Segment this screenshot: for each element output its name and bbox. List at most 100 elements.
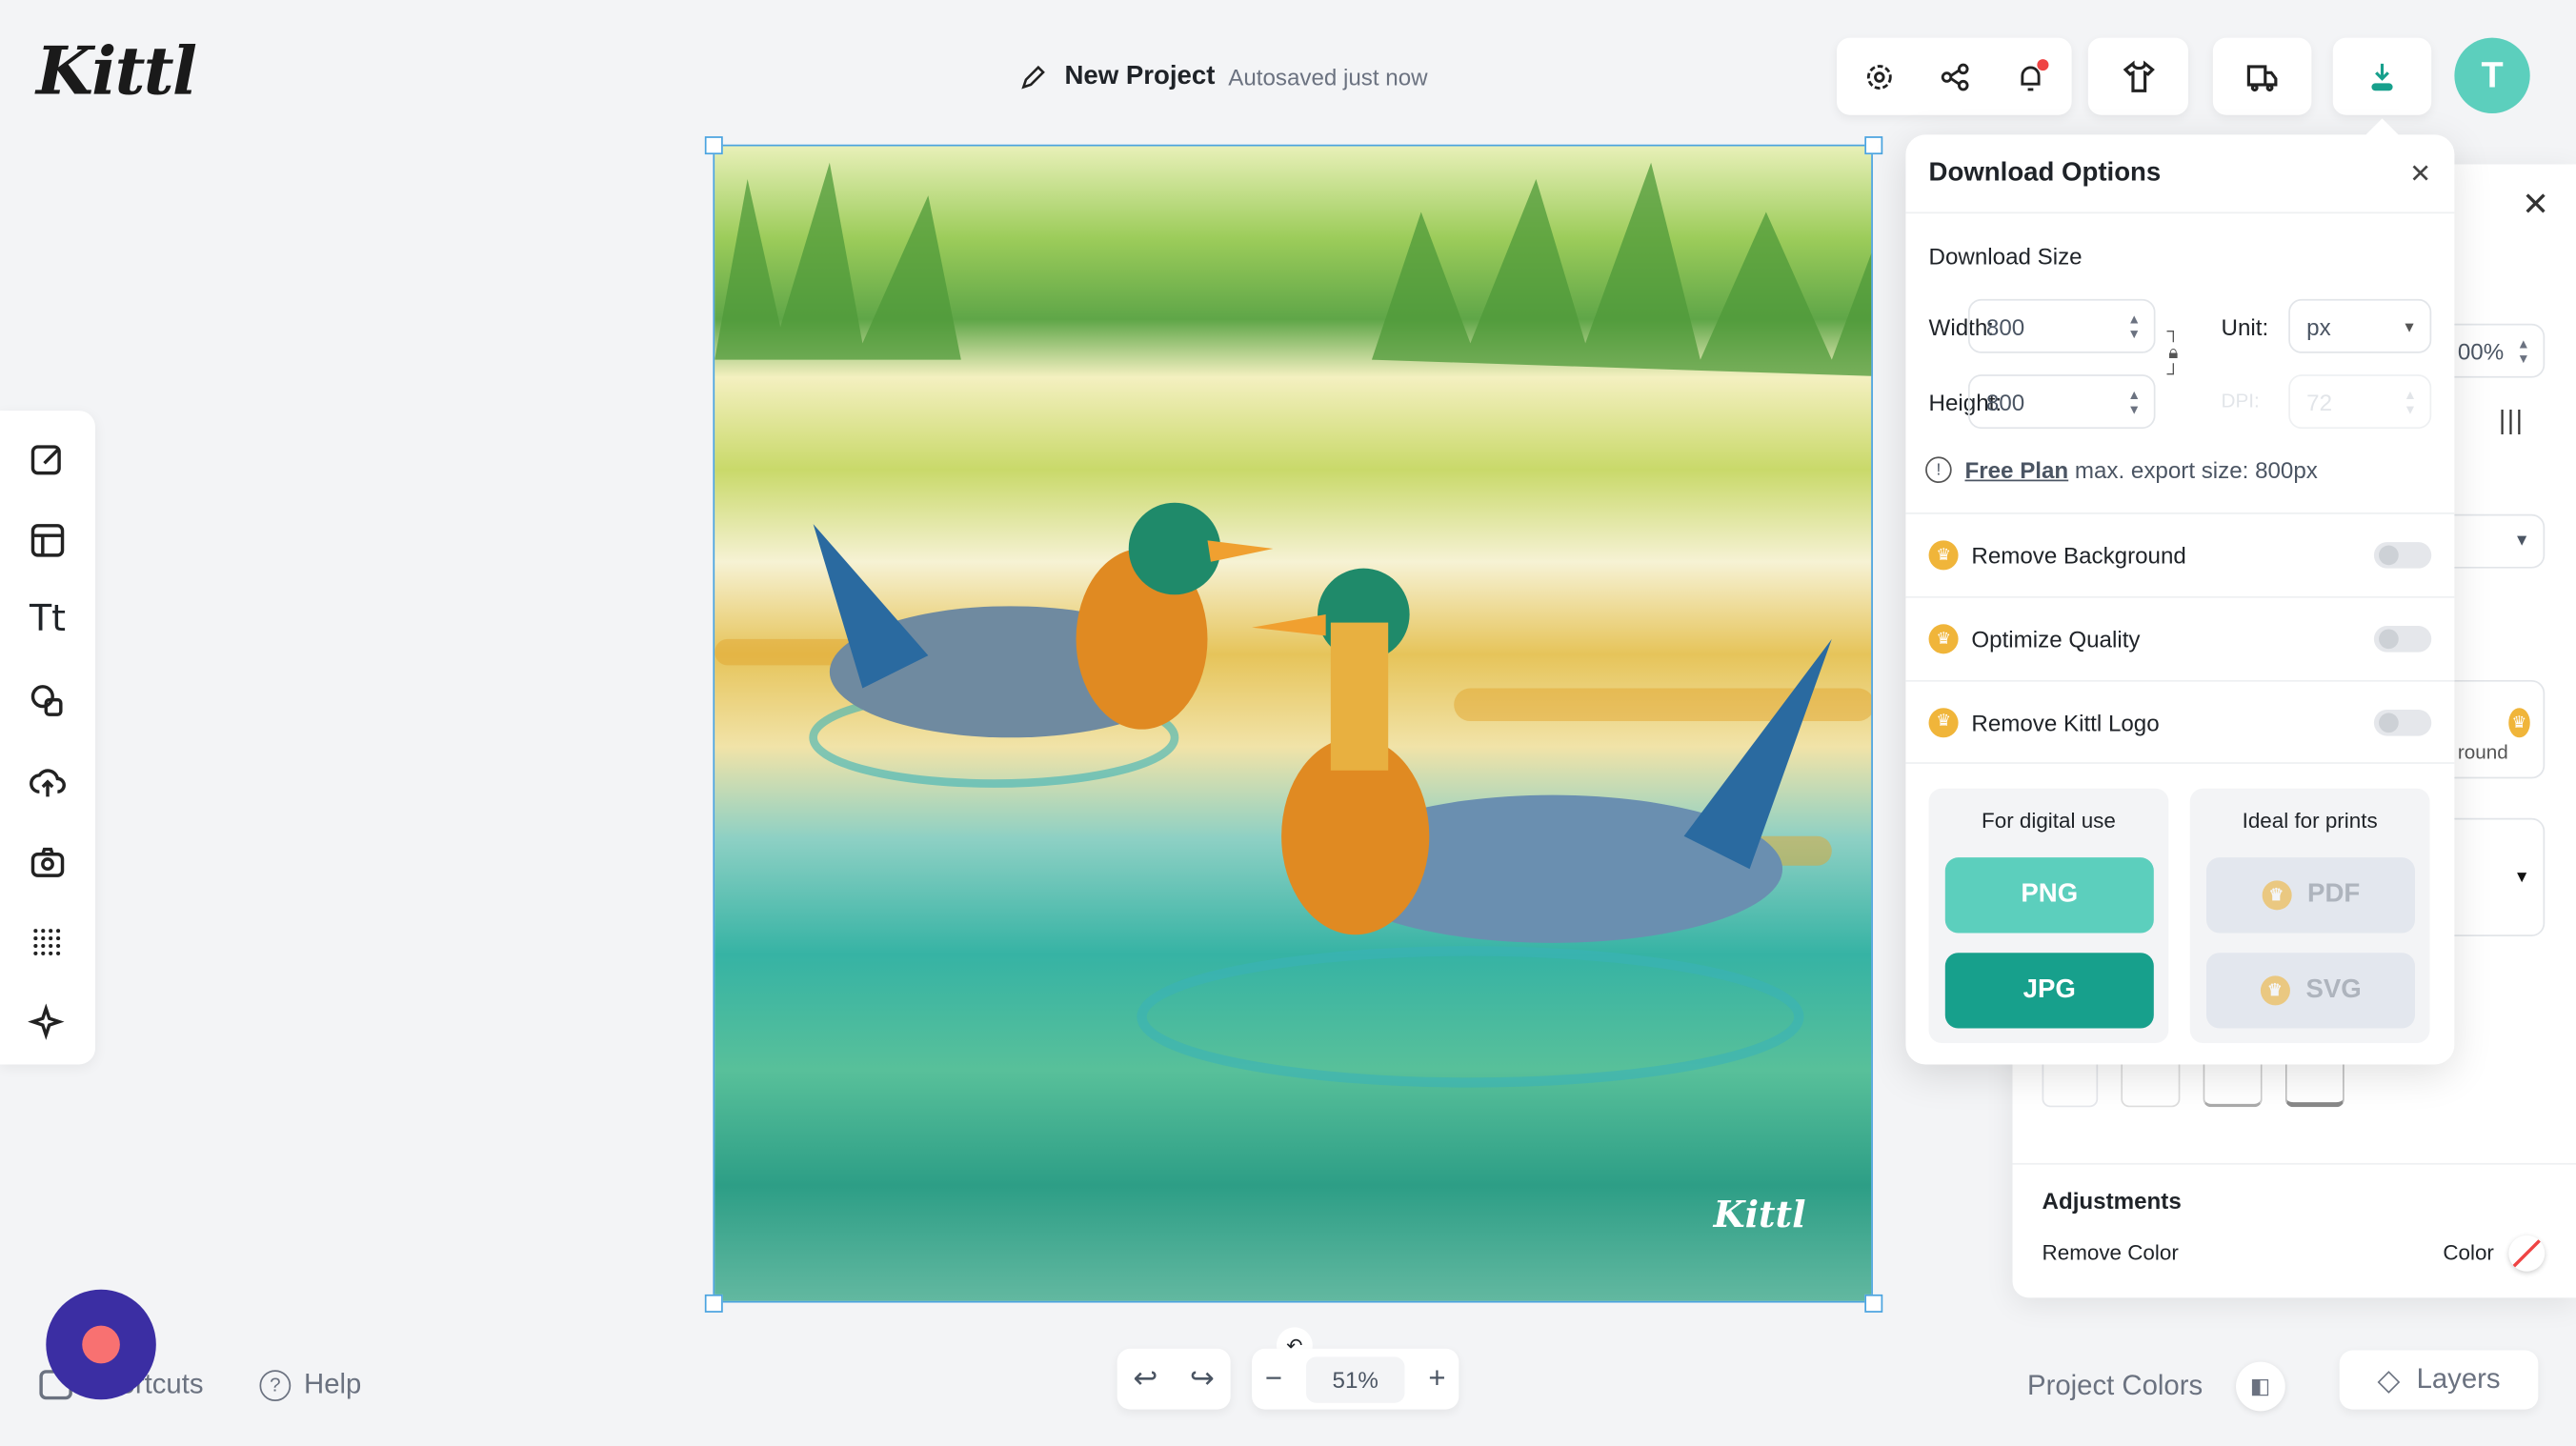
zoom-in-icon[interactable]: +	[1428, 1362, 1445, 1396]
close-icon[interactable]: ✕	[2409, 157, 2431, 190]
chevron-down-icon: ▼	[2402, 317, 2417, 334]
chevron-down-icon: ▼	[2513, 868, 2530, 887]
shapes-icon[interactable]	[27, 678, 70, 723]
resize-handle-tl[interactable]	[704, 136, 723, 155]
ai-sparkle-icon[interactable]	[27, 1000, 70, 1045]
opacity-field[interactable]: 00% ▲ ▼	[2439, 323, 2546, 378]
project-colors-label: Project Colors	[2027, 1370, 2204, 1401]
card-label: round	[2457, 740, 2508, 764]
delivery-truck-icon	[2244, 58, 2281, 94]
free-plan-link[interactable]: Free Plan	[1964, 456, 2068, 483]
layers-button[interactable]: ◇ Layers	[2339, 1350, 2539, 1410]
camera-icon[interactable]	[27, 839, 70, 884]
opacity-value: 00%	[2457, 337, 2505, 364]
height-input[interactable]: 800 ▲ ▼	[1967, 374, 2156, 430]
pattern-icon[interactable]	[27, 920, 70, 965]
templates-icon[interactable]	[27, 517, 70, 562]
tshirt-icon	[2120, 58, 2156, 94]
resize-handle-bl[interactable]	[704, 1294, 723, 1313]
remove-logo-toggle[interactable]	[2373, 709, 2432, 735]
download-icon	[2365, 58, 2401, 94]
record-icon	[82, 1325, 120, 1364]
settings-icon[interactable]	[1861, 58, 1897, 94]
resize-handle-br[interactable]	[1864, 1294, 1883, 1313]
resize-handle-tr[interactable]	[1864, 136, 1883, 155]
aspect-lock-icon[interactable]: ┐ 🔒︎ ┘	[2167, 322, 2180, 386]
option-label: Remove Kittl Logo	[1971, 709, 2160, 735]
color-label: Color	[2443, 1239, 2494, 1265]
group-heading: For digital use	[1982, 808, 2116, 833]
width-input[interactable]: 800 ▲ ▼	[1967, 298, 2156, 353]
help-label: Help	[304, 1368, 362, 1400]
project-title-bar: New Project Autosaved just now	[1016, 59, 1428, 95]
zoom-level[interactable]: 51%	[1305, 1356, 1405, 1402]
dpi-value: 72	[2306, 388, 2333, 415]
layers-label: Layers	[2416, 1363, 2501, 1396]
notifications-icon[interactable]	[2012, 58, 2048, 94]
upload-icon[interactable]	[27, 759, 70, 804]
stepper-icon[interactable]: ▲ ▼	[2517, 336, 2530, 366]
option-label: Optimize Quality	[1971, 626, 2141, 653]
project-name[interactable]: New Project	[1064, 63, 1215, 92]
premium-crown-icon: ♛	[1928, 540, 1959, 571]
download-button[interactable]	[2332, 37, 2432, 115]
record-button[interactable]	[46, 1289, 156, 1400]
chevron-down-icon: ▼	[2513, 532, 2530, 551]
kittl-logo[interactable]: Kittl	[36, 32, 197, 110]
zoom-out-icon[interactable]: −	[1265, 1362, 1282, 1396]
unit-label: Unit:	[2221, 313, 2269, 340]
png-button[interactable]: PNG	[1944, 857, 2154, 934]
dropdown-field[interactable]: ▼	[2439, 513, 2546, 569]
popover-title: Download Options	[1928, 158, 2162, 187]
stepper-icon[interactable]: ▲ ▼	[2127, 311, 2141, 341]
color-palette-icon: ◧	[2235, 1361, 2285, 1412]
redo-icon[interactable]: ↪	[1190, 1362, 1215, 1396]
plan-note: max. export size: 800px	[2074, 456, 2318, 484]
left-toolbar: Tt	[0, 411, 96, 1065]
jpg-button[interactable]: JPG	[1944, 953, 2154, 1029]
svg-button[interactable]: ♛ SVG	[2205, 953, 2416, 1029]
edit-icon[interactable]	[27, 437, 70, 482]
pdf-button[interactable]: ♛ PDF	[2205, 857, 2416, 934]
layers-icon: ◇	[2377, 1362, 2401, 1396]
format-label: PDF	[2307, 880, 2361, 909]
option-label: Remove Background	[1971, 542, 2186, 569]
columns-icon[interactable]: |||	[2499, 408, 2525, 437]
stepper-icon: ▲ ▼	[2404, 387, 2417, 417]
unit-value: px	[2306, 312, 2331, 340]
optimize-quality-toggle[interactable]	[2373, 626, 2432, 653]
project-colors-button[interactable]: Project Colors ◧	[2027, 1361, 2285, 1412]
watercolor-ducks-artwork	[714, 162, 1872, 1088]
group-heading: Ideal for prints	[2242, 808, 2378, 833]
format-label: SVG	[2305, 975, 2362, 1004]
style-dropdown[interactable]: ▼	[2439, 817, 2546, 936]
design-canvas-image[interactable]: Kittl	[713, 144, 1873, 1303]
kittl-watermark: Kittl	[1713, 1194, 1806, 1237]
premium-crown-icon: ♛	[2507, 708, 2530, 738]
text-icon[interactable]: Tt	[27, 598, 70, 643]
help-button[interactable]: ? Help	[259, 1369, 361, 1401]
user-avatar[interactable]: T	[2454, 37, 2530, 113]
remove-background-card[interactable]: round ♛	[2439, 679, 2546, 779]
share-icon[interactable]	[1936, 58, 1972, 94]
color-swatch-none[interactable]	[2508, 1235, 2546, 1272]
dpi-input: 72 ▲ ▼	[2288, 374, 2432, 430]
download-size-heading: Download Size	[1928, 243, 2083, 270]
autosave-status: Autosaved just now	[1228, 64, 1428, 90]
panel-close-icon[interactable]: ✕	[2522, 184, 2549, 225]
history-controls: ↩ ↪	[1117, 1348, 1231, 1410]
merch-button[interactable]	[2087, 37, 2189, 115]
option-remove-background: ♛ Remove Background	[1905, 512, 2455, 596]
undo-icon[interactable]: ↩	[1133, 1362, 1157, 1396]
remove-color-label: Remove Color	[2042, 1239, 2179, 1265]
info-icon: !	[1925, 456, 1952, 484]
zoom-controls: −51% +	[1252, 1348, 1459, 1410]
print-formats-group: Ideal for prints ♛ PDF ♛ SVG	[2189, 788, 2430, 1044]
premium-crown-icon: ♛	[2261, 880, 2291, 911]
unit-select[interactable]: px ▼	[2288, 298, 2432, 353]
pencil-icon[interactable]	[1016, 59, 1052, 95]
remove-background-toggle[interactable]	[2373, 542, 2432, 569]
print-delivery-button[interactable]	[2212, 37, 2312, 115]
stepper-icon[interactable]: ▲ ▼	[2127, 387, 2141, 416]
download-options-popover: Download Options ✕ Download Size Width: 8…	[1905, 118, 2455, 1065]
